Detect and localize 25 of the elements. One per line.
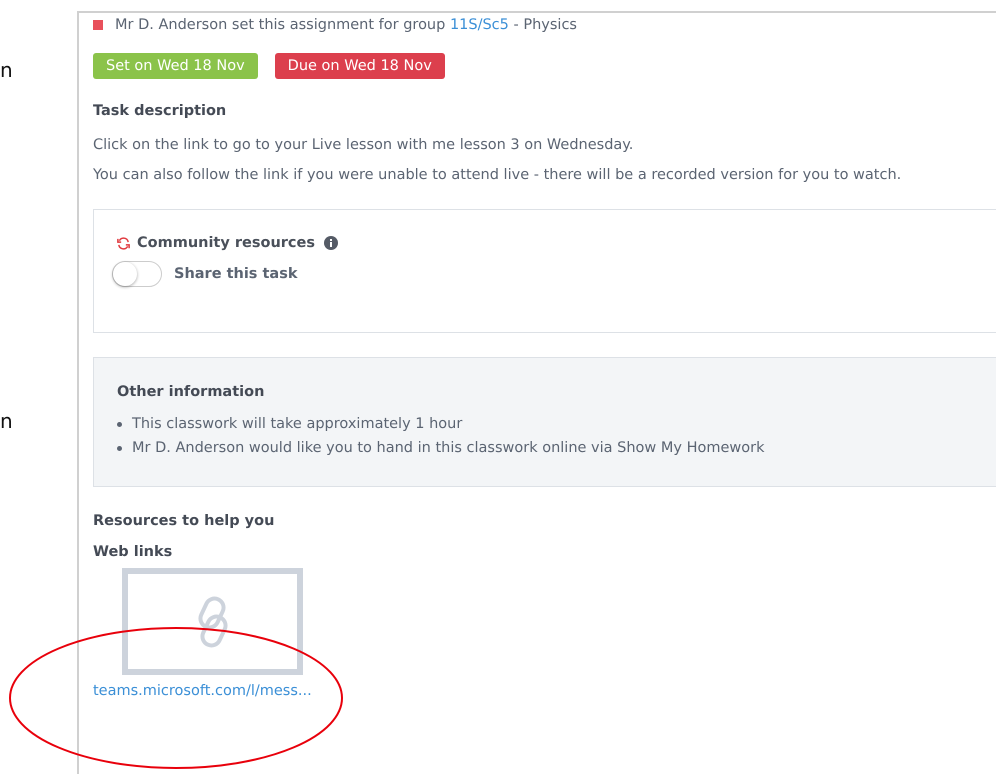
set-date-badge: Set on Wed 18 Nov xyxy=(93,53,258,79)
share-toggle[interactable] xyxy=(112,261,162,287)
bullet-icon xyxy=(117,422,122,426)
info-item: This classwork will take approximately 1 hour xyxy=(132,415,462,434)
bullet-icon xyxy=(117,446,122,450)
text-fragment: n xyxy=(0,58,14,82)
section-heading: Resources to help you xyxy=(93,513,276,529)
setter-text: Mr D. Anderson set this assignment for group 11S/Sc5 - Physics xyxy=(115,17,577,33)
group-link[interactable]: 11S/Sc5 xyxy=(450,17,509,33)
info-item: Mr D. Anderson would like you to hand in this classwork online via Show My Homework xyxy=(132,439,764,458)
text-fragment: n xyxy=(0,409,14,433)
section-heading: Web links xyxy=(93,544,174,560)
due-date-badge: Due on Wed 18 Nov xyxy=(274,53,445,79)
chain-link-icon xyxy=(198,596,228,648)
refresh-icon xyxy=(116,236,131,250)
web-link[interactable]: teams.microsoft.com/l/mess... xyxy=(93,683,312,699)
subject-color-icon xyxy=(93,20,103,30)
link-thumbnail[interactable] xyxy=(122,568,303,675)
section-heading: Task description xyxy=(93,103,228,119)
card-title: Community resources xyxy=(137,235,315,251)
description-text: You can also follow the link if you were unable to attend live - there will be a recorded version for you to watch. xyxy=(93,167,902,183)
info-icon[interactable] xyxy=(324,236,338,250)
card-title: Other information xyxy=(117,384,266,400)
description-text: Click on the link to go to your Live lesson with me lesson 3 on Wednesday. xyxy=(93,137,634,153)
toggle-label: Share this task xyxy=(174,266,298,282)
